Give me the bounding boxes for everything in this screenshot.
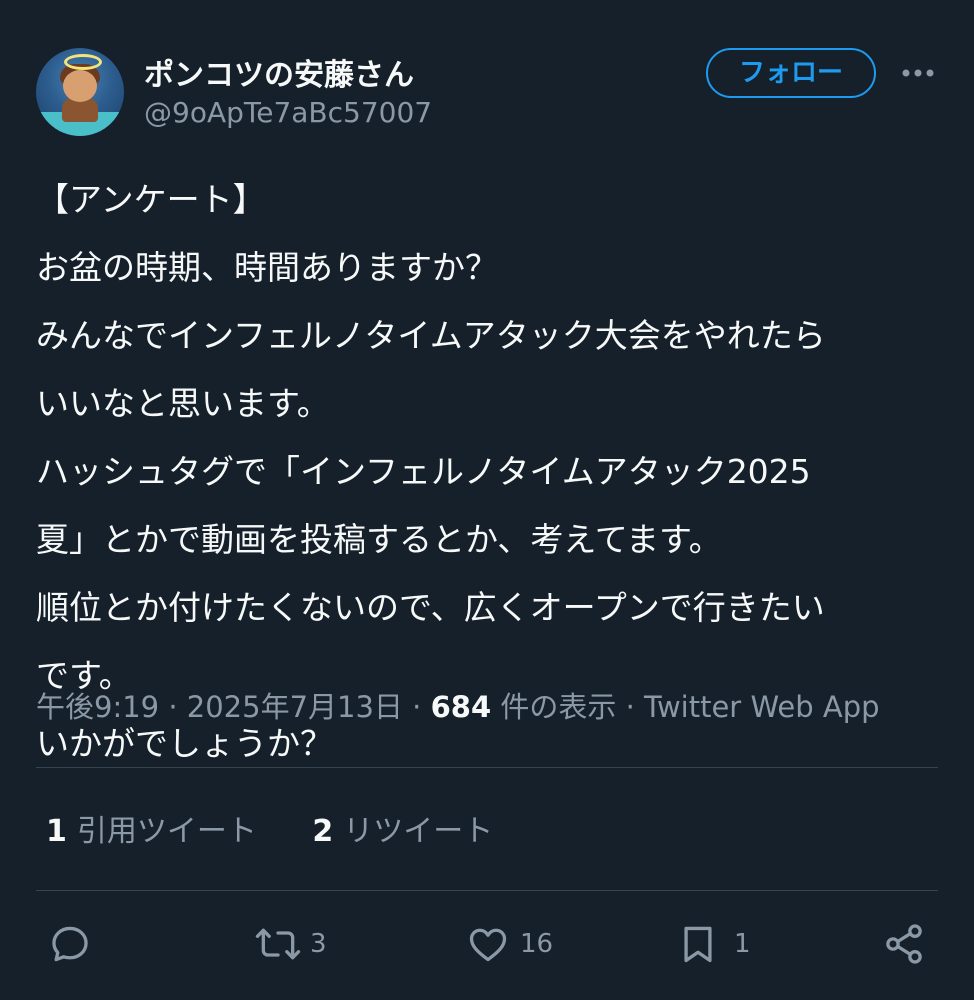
views-count: 684: [430, 690, 492, 724]
avatar[interactable]: [36, 48, 124, 136]
tweet-header: ポンコツの安藤さん @9oApTe7aBc57007 フォロー: [36, 46, 938, 136]
tweet-date[interactable]: 2025年7月13日: [187, 690, 403, 724]
more-button[interactable]: [898, 60, 938, 86]
tweet-line: お盆の時期、時間ありますか？: [36, 248, 498, 287]
display-name[interactable]: ポンコツの安藤さん: [144, 50, 414, 94]
retweets-count: 2: [312, 814, 334, 849]
meta-separator: ·: [625, 690, 635, 724]
bookmark-button[interactable]: 1: [676, 916, 751, 972]
quote-tweets-count: 1: [46, 814, 67, 849]
quote-tweets-label: 引用ツイート: [76, 814, 257, 849]
divider: [36, 767, 938, 768]
bookmark-count: 1: [734, 929, 751, 959]
follow-button[interactable]: フォロー: [706, 48, 876, 98]
like-count: 16: [520, 929, 554, 959]
reply-button[interactable]: [48, 916, 104, 972]
avatar-halo: [64, 54, 102, 70]
action-bar: 3 16 1: [0, 916, 974, 976]
tweet-line: 順位とか付けたくないので、広くオープンで行きたい: [36, 588, 825, 627]
divider: [36, 890, 938, 891]
tweet-meta: 午後9:19 · 2025年7月13日 · 684 件の表示 · Twitter…: [36, 684, 880, 726]
retweet-button[interactable]: 3: [254, 916, 327, 972]
tweet-line: みんなでインフェルノタイムアタック大会をやれたら: [36, 316, 826, 355]
tweet-line: 【アンケート】: [36, 180, 266, 219]
tweet-line: いいなと思います。: [36, 384, 330, 423]
meta-separator: ·: [412, 690, 422, 724]
avatar-figure-face: [63, 70, 97, 102]
tweet-line: 夏」とかで動画を投稿するとか、考えてます。: [36, 520, 722, 559]
retweets-stat[interactable]: 2 リツイート: [312, 806, 493, 850]
tweet-stats: 1 引用ツイート 2 リツイート: [46, 806, 493, 850]
more-icon: [902, 69, 934, 77]
reply-icon: [52, 926, 88, 962]
views-label: 件の表示: [500, 690, 617, 724]
like-button[interactable]: 16: [466, 916, 553, 972]
quote-tweets-stat[interactable]: 1 引用ツイート: [46, 806, 257, 850]
retweet-icon: [255, 928, 301, 960]
meta-separator: ·: [168, 690, 178, 724]
tweet-source[interactable]: Twitter Web App: [644, 690, 880, 724]
user-handle[interactable]: @9oApTe7aBc57007: [144, 96, 432, 129]
retweets-label: リツイート: [343, 814, 494, 849]
share-icon: [886, 924, 922, 964]
retweet-count: 3: [310, 929, 327, 959]
tweet-time[interactable]: 午後9:19: [36, 690, 159, 724]
tweet-line: ハッシュタグで「インフェルノタイムアタック2025: [36, 452, 811, 491]
heart-icon: [469, 928, 507, 962]
share-button[interactable]: [882, 916, 926, 972]
bookmark-icon: [684, 926, 712, 963]
